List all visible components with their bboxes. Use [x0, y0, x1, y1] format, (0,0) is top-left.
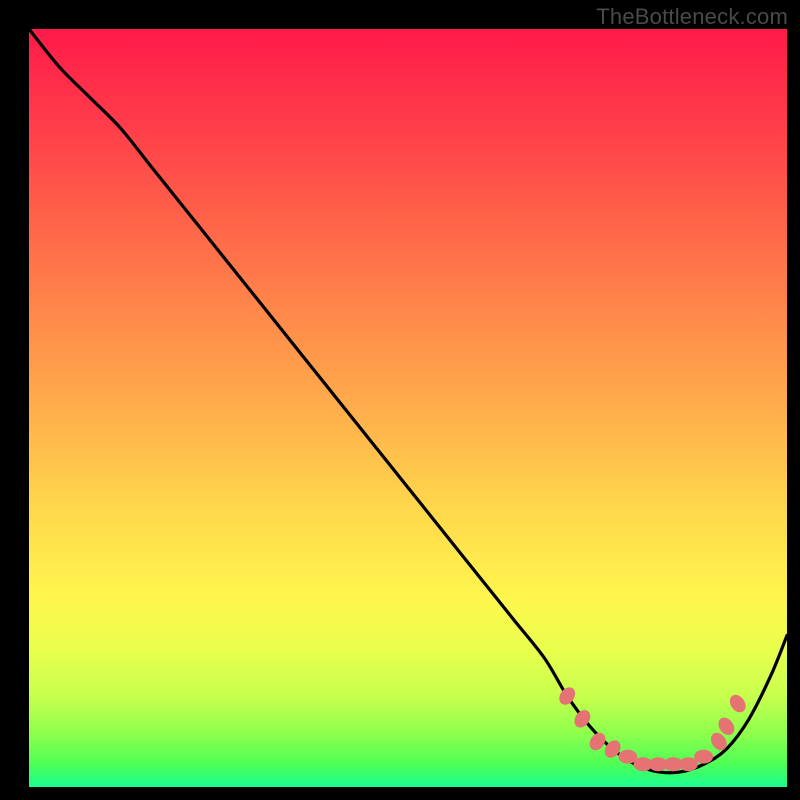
marker-dot [727, 692, 749, 716]
chart-frame: TheBottleneck.com [0, 0, 800, 800]
bottleneck-curve [29, 29, 787, 773]
curve-layer [29, 29, 787, 773]
marker-dot [556, 684, 578, 708]
chart-svg [29, 29, 787, 787]
plot-area [29, 29, 787, 787]
marker-dot [694, 750, 713, 764]
marker-layer [556, 684, 749, 771]
watermark-text: TheBottleneck.com [596, 4, 788, 30]
